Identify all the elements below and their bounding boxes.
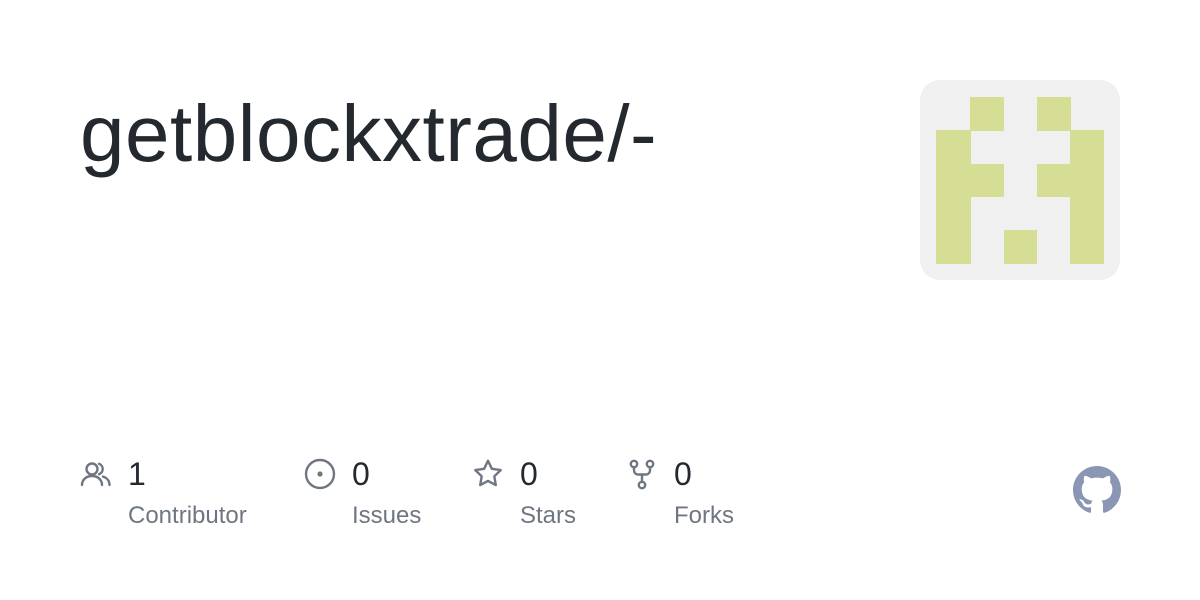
contributors-label: Contributor xyxy=(128,502,247,529)
star-icon xyxy=(474,459,502,487)
repo-title: getblockxtrade/- xyxy=(80,89,658,178)
forks-count: 0 xyxy=(674,456,692,492)
identicon-icon xyxy=(936,97,1104,264)
issues-icon xyxy=(304,458,336,490)
contributors-icon xyxy=(80,462,111,487)
stat-stars[interactable]: 0 Stars xyxy=(472,456,612,536)
stars-count: 0 xyxy=(520,456,538,492)
github-logo-icon[interactable] xyxy=(1073,466,1121,514)
fork-icon xyxy=(629,459,655,490)
social-preview-card: getblockxtrade/- 1 Contributor 0 Issues … xyxy=(0,0,1200,600)
identicon-avatar xyxy=(920,80,1120,280)
stat-issues[interactable]: 0 Issues xyxy=(304,456,454,536)
contributors-count: 1 xyxy=(128,456,146,492)
issues-label: Issues xyxy=(352,502,422,529)
stat-contributors[interactable]: 1 Contributor xyxy=(80,456,280,536)
issues-count: 0 xyxy=(352,456,370,492)
stars-label: Stars xyxy=(520,502,577,529)
forks-label: Forks xyxy=(674,502,734,529)
stat-forks[interactable]: 0 Forks xyxy=(626,456,766,536)
